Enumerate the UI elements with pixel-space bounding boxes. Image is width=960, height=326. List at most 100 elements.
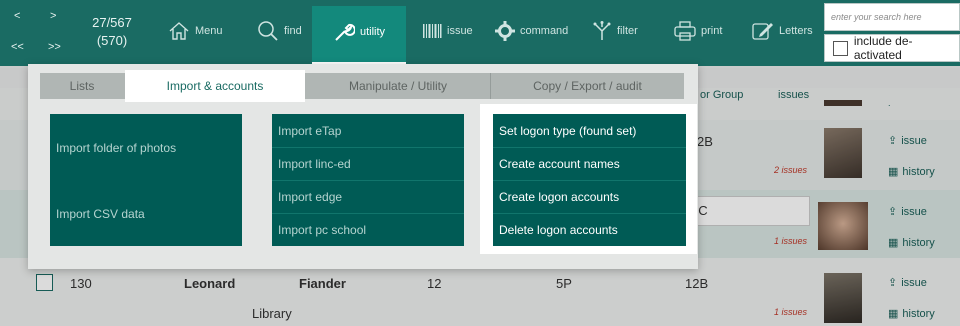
letters-button-label: Letters <box>779 25 813 37</box>
import-sources-column: Import eTap Import linc-ed Import edge I… <box>272 114 464 246</box>
issues-count[interactable]: 1 issues <box>774 236 807 246</box>
filter-button[interactable]: filter <box>592 8 638 54</box>
command-button[interactable]: command <box>495 8 568 54</box>
history-link[interactable]: ▦ history <box>888 236 935 250</box>
include-inactive-label: include de-activated <box>853 34 913 62</box>
printer-icon <box>674 21 696 41</box>
student-photo-partial <box>824 100 862 106</box>
upload-icon: ⇪ <box>888 277 898 289</box>
partial-link: . <box>888 98 891 108</box>
tab-copy-export-audit[interactable]: Copy / Export / audit <box>491 73 684 99</box>
row-checkbox[interactable] <box>36 274 53 291</box>
issues-count[interactable]: 2 issues <box>774 165 807 175</box>
import-edge-item[interactable]: Import edge <box>272 180 464 213</box>
tab-copy-export-audit-label: Copy / Export / audit <box>533 79 642 93</box>
search-box <box>824 3 960 31</box>
tab-lists-label: Lists <box>69 79 95 93</box>
location: Library <box>252 306 292 321</box>
import-edge-label: Import edge <box>278 189 343 204</box>
first-record-button[interactable]: << <box>11 41 24 53</box>
last-record-button[interactable]: >> <box>48 41 61 53</box>
upload-icon: ⇪ <box>888 135 898 147</box>
import-csv-data-item[interactable]: Import CSV data <box>50 202 242 226</box>
import-pc-school-item[interactable]: Import pc school <box>272 213 464 246</box>
tutor-group-header: or Group <box>700 89 744 101</box>
last-name: Fiander <box>299 276 346 291</box>
record-total: (570) <box>96 33 128 48</box>
search-input[interactable] <box>825 4 959 30</box>
set-logon-type-label: Set logon type (found set) <box>499 123 637 138</box>
history-link[interactable]: ▦ history <box>888 165 935 179</box>
import-etap-label: Import eTap <box>278 123 342 138</box>
print-button-label: print <box>701 25 723 37</box>
import-folder-of-photos-item[interactable]: Import folder of photos <box>50 136 242 160</box>
include-inactive-checkbox[interactable] <box>833 40 848 56</box>
tab-manipulate-utility-label: Manipulate / Utility <box>348 79 448 93</box>
import-pc-school-label: Import pc school <box>278 222 367 237</box>
history-link-label: history <box>902 236 935 249</box>
year-level: 12 <box>427 276 442 291</box>
include-inactive-option[interactable]: include de-activated <box>824 34 960 62</box>
top-toolbar: < > << >> 27/567 (570) Menu find utility… <box>0 0 960 66</box>
prev-record-button[interactable]: < <box>14 10 20 22</box>
history-link[interactable]: ▦ history <box>888 307 935 321</box>
student-photo <box>818 202 868 250</box>
first-name: Leonard <box>184 276 236 291</box>
import-etap-item[interactable]: Import eTap <box>272 114 464 147</box>
issue-link-label: issue <box>901 276 927 289</box>
record-counter: 27/567 (570) <box>82 14 142 50</box>
wrench-icon <box>335 23 355 41</box>
issues-count[interactable]: 1 issues <box>774 307 807 317</box>
student-photo <box>824 128 862 178</box>
edit-icon <box>752 23 773 40</box>
row-class: 12B <box>685 276 709 291</box>
print-button[interactable]: print <box>674 8 722 54</box>
tab-lists[interactable]: Lists <box>40 73 124 99</box>
delete-logon-accounts-item[interactable]: Delete logon accounts <box>493 213 686 246</box>
row-class: 2B <box>697 134 713 149</box>
search-icon <box>258 21 278 41</box>
room: 5P <box>556 276 572 291</box>
utility-button[interactable]: utility <box>312 6 406 66</box>
set-logon-type-item[interactable]: Set logon type (found set) <box>493 114 686 147</box>
menu-button-label: Menu <box>195 25 223 37</box>
home-icon <box>169 22 189 40</box>
create-account-names-item[interactable]: Create account names <box>493 147 686 180</box>
create-logon-accounts-label: Create logon accounts <box>499 189 620 204</box>
issue-link-label: issue <box>901 205 927 218</box>
issue-button-label: issue <box>447 25 473 37</box>
issue-button[interactable]: issue <box>422 8 473 54</box>
create-logon-accounts-item[interactable]: Create logon accounts <box>493 180 686 213</box>
import-linc-ed-item[interactable]: Import linc-ed <box>272 147 464 180</box>
letters-button[interactable]: Letters <box>752 8 813 54</box>
calendar-icon: ▦ <box>888 308 899 320</box>
utility-tabs: Lists Import & accounts Manipulate / Uti… <box>40 70 684 102</box>
tab-import-accounts[interactable]: Import & accounts <box>125 70 305 102</box>
filter-button-label: filter <box>617 25 638 37</box>
record-position: 27/567 <box>92 15 132 30</box>
filter-icon <box>593 21 611 40</box>
logon-actions-column: Set logon type (found set) Create accoun… <box>493 114 686 246</box>
import-csv-data-label: Import CSV data <box>56 207 145 221</box>
import-photos-column: Import folder of photos Import CSV data <box>50 114 242 246</box>
issue-link[interactable]: ⇪ issue <box>888 205 927 219</box>
issue-link-label: issue <box>901 134 927 147</box>
import-linc-ed-label: Import linc-ed <box>278 156 351 171</box>
upload-icon: ⇪ <box>888 206 898 218</box>
class-field[interactable]: 2C <box>686 196 810 226</box>
gear-icon <box>495 21 515 41</box>
utility-button-label: utility <box>359 26 386 38</box>
menu-button[interactable]: Menu <box>168 8 223 54</box>
create-account-names-label: Create account names <box>499 156 620 171</box>
tab-manipulate-utility[interactable]: Manipulate / Utility <box>306 73 490 99</box>
issue-link[interactable]: ⇪ issue <box>888 134 927 148</box>
issues-header: issues <box>778 89 810 101</box>
find-button-label: find <box>284 25 302 37</box>
calendar-icon: ▦ <box>888 237 899 249</box>
find-button[interactable]: find <box>257 8 302 54</box>
tab-import-accounts-label: Import & accounts <box>166 79 264 93</box>
barcode-icon <box>423 24 442 38</box>
next-record-button[interactable]: > <box>50 10 56 22</box>
issue-link[interactable]: ⇪ issue <box>888 276 927 290</box>
import-folder-of-photos-label: Import folder of photos <box>56 141 177 155</box>
